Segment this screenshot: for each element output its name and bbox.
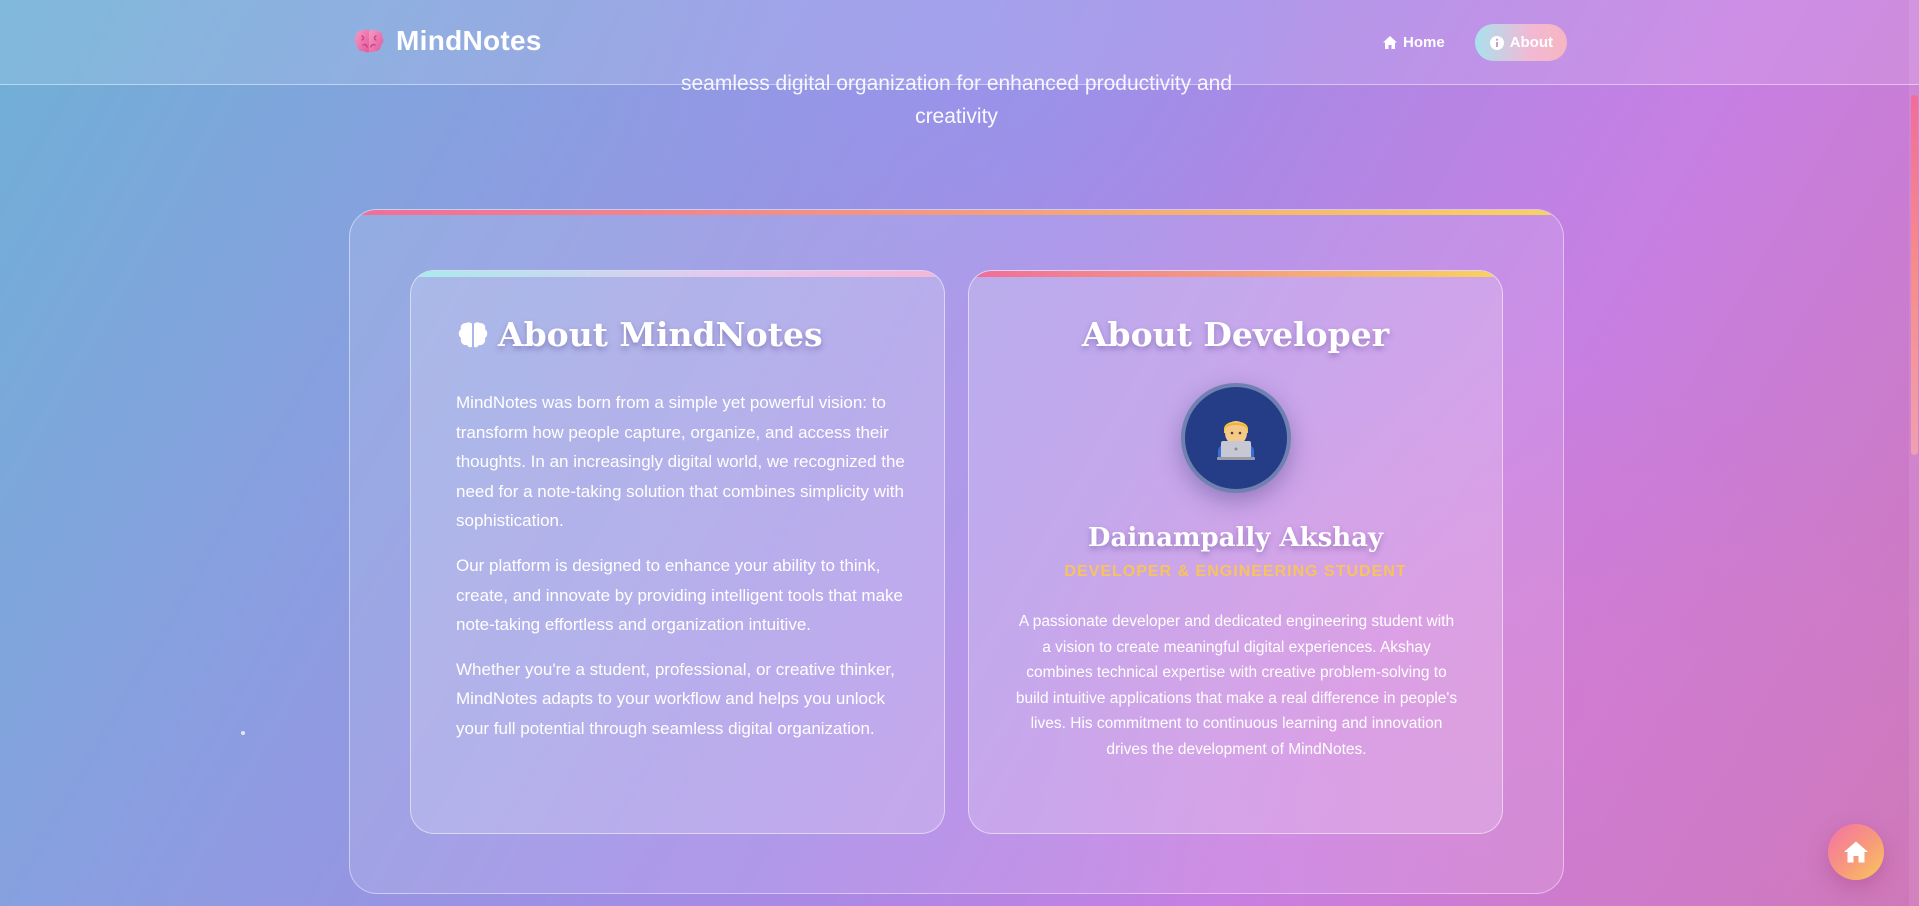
card-accent-bar (411, 271, 944, 277)
brain-icon (458, 321, 488, 347)
nav-about-label: About (1509, 34, 1554, 51)
about-mindnotes-title: About MindNotes (456, 315, 823, 354)
brain-icon (352, 24, 386, 58)
nav-home-link[interactable]: Home (1366, 24, 1461, 61)
home-icon (1844, 841, 1868, 863)
developer-bio: A passionate developer and dedicated eng… (1015, 613, 1458, 758)
panel-accent-bar (350, 210, 1563, 215)
about-paragraph-2: Our platform is designed to enhance your… (456, 555, 903, 635)
about-mindnotes-title-text: About MindNotes (498, 315, 823, 354)
developer-name: Dainampally Akshay (1087, 523, 1384, 553)
hero-subtitle-line2: creativity (915, 105, 998, 128)
about-developer-card: About Developer Dainampally Akshay DEVEL… (968, 270, 1503, 834)
about-mindnotes-card: About MindNotes MindNotes was born from … (410, 270, 945, 834)
home-fab-button[interactable] (1828, 824, 1884, 880)
about-developer-title: About Developer (1081, 315, 1390, 354)
developer-avatar-icon (1217, 421, 1255, 460)
nav-home-label: Home (1403, 34, 1445, 51)
brand-logo[interactable]: MindNotes (352, 24, 542, 58)
decorative-dot (241, 731, 245, 735)
home-icon (1383, 36, 1397, 49)
scrollbar-thumb[interactable] (1911, 95, 1918, 455)
main-nav: Home About (1360, 24, 1568, 61)
nav-about-link[interactable]: About (1474, 24, 1568, 61)
avatar (1181, 383, 1291, 493)
card-accent-bar (969, 271, 1502, 277)
about-paragraph-3: Whether you're a student, professional, … (456, 659, 895, 738)
info-icon (1489, 35, 1504, 50)
site-header: MindNotes Home About (0, 0, 1919, 85)
about-mindnotes-body: MindNotes was born from a simple yet pow… (456, 388, 906, 759)
about-paragraph-1: MindNotes was born from a simple yet pow… (456, 393, 905, 531)
brand-name: MindNotes (396, 25, 542, 56)
developer-role: DEVELOPER & ENGINEERING STUDENT (1064, 563, 1407, 580)
